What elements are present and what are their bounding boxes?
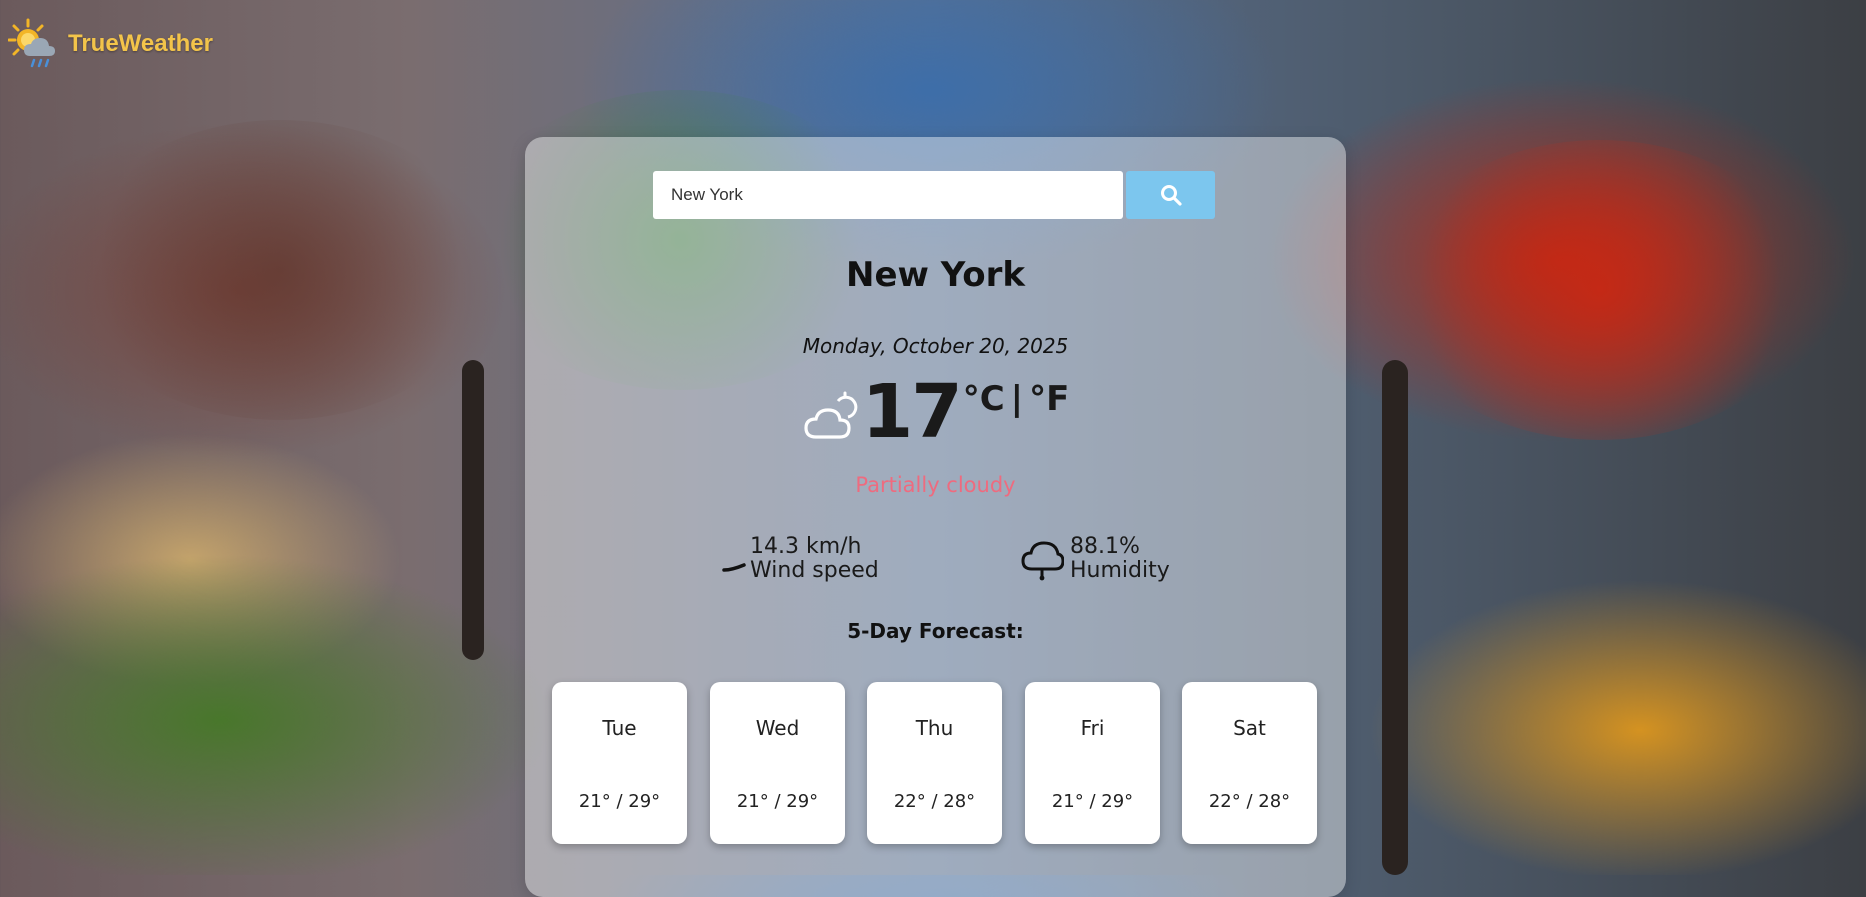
forecast-day-card[interactable]: Thu 22° / 28° <box>867 682 1002 844</box>
humidity-label: Humidity <box>1070 558 1170 583</box>
forecast-day-name: Fri <box>1080 716 1105 740</box>
forecast-day-temps: 21° / 29° <box>1051 791 1134 812</box>
wind-speed-value: 14.3 km/h <box>750 534 862 559</box>
humidity-stat: 88.1% Humidity <box>1020 535 1170 583</box>
search-input[interactable] <box>653 171 1123 219</box>
forecast-day-card[interactable]: Wed 21° / 29° <box>710 682 845 844</box>
left-tree-crown <box>70 120 490 420</box>
forecast-day-temps: 21° / 29° <box>736 791 819 812</box>
forecast-day-card[interactable]: Fri 21° / 29° <box>1025 682 1160 844</box>
unit-toggle: °C | °F <box>963 379 1070 419</box>
forecast-title: 5-Day Forecast: <box>847 619 1024 643</box>
unit-separator: | <box>1010 379 1024 419</box>
city-name: New York <box>846 255 1025 295</box>
forecast-day-name: Wed <box>755 716 800 740</box>
forecast-day-temps: 22° / 28° <box>1208 791 1291 812</box>
search-icon <box>1160 185 1182 206</box>
celsius-toggle[interactable]: °C <box>963 379 1005 419</box>
brand[interactable]: TrueWeather <box>8 18 213 70</box>
forecast-day-card[interactable]: Sat 22° / 28° <box>1182 682 1317 844</box>
right-tree-crown <box>1390 140 1810 440</box>
fahrenheit-toggle[interactable]: °F <box>1029 379 1069 419</box>
weather-card: New York Monday, October 20, 2025 17 °C … <box>525 137 1346 897</box>
sun-cloud-rain-icon <box>8 18 55 68</box>
search-bar <box>653 171 1215 219</box>
partly-cloudy-icon <box>804 391 857 439</box>
forecast-day-name: Thu <box>915 716 954 740</box>
forecast-day-name: Sat <box>1233 716 1266 740</box>
current-date: Monday, October 20, 2025 <box>802 334 1069 358</box>
brand-name: TrueWeather <box>68 30 213 57</box>
forecast-day-temps: 22° / 28° <box>893 791 976 812</box>
humidity-value: 88.1% <box>1070 534 1140 559</box>
wind-stat: 14.3 km/h Wind speed <box>722 535 879 583</box>
weather-stats: 14.3 km/h Wind speed 88.1% Humidity <box>525 535 1346 595</box>
humidity-cloud-icon <box>1021 541 1064 581</box>
search-button[interactable] <box>1126 171 1215 219</box>
right-tree-trunk <box>1382 360 1408 875</box>
temperature-value: 17 <box>861 369 963 455</box>
wind-icon <box>722 563 746 572</box>
left-tree-trunk <box>462 360 484 660</box>
forecast-day-temps: 21° / 29° <box>578 791 661 812</box>
wind-speed-label: Wind speed <box>750 558 879 583</box>
forecast-day-card[interactable]: Tue 21° / 29° <box>552 682 687 844</box>
weather-condition: Partially cloudy <box>855 473 1016 497</box>
forecast-day-name: Tue <box>602 716 637 740</box>
temperature-row: 17 °C | °F <box>525 375 1346 449</box>
